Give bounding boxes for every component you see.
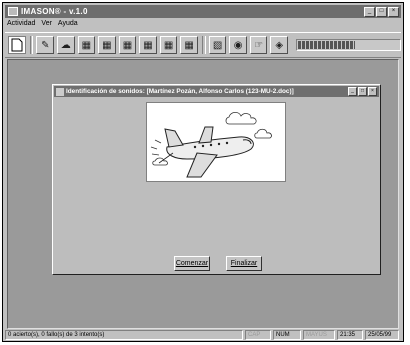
activity-4-button[interactable]: ▦	[98, 36, 116, 54]
hand-button[interactable]: ☞	[249, 36, 268, 54]
toolbar: ✎ ☁ ▦ ▦ ▦ ▦ ▦ ▦ ▧ ◉ ☞ ◈	[5, 32, 401, 58]
activity-8-button[interactable]: ▦	[180, 36, 198, 54]
app-title: IMASON® - v.1.0	[21, 7, 88, 16]
close-button[interactable]: ×	[388, 6, 399, 17]
dialog-close-button[interactable]: ×	[368, 87, 377, 96]
progress-bar	[295, 39, 401, 51]
menu-ver[interactable]: Ver	[41, 20, 52, 30]
progress-fill	[297, 41, 355, 49]
minimize-button[interactable]: _	[364, 6, 375, 17]
activity-8-icon: ▦	[184, 39, 194, 51]
menu-bar: Actividad Ver Ayuda	[7, 20, 78, 30]
activity-6-icon: ▦	[143, 39, 153, 51]
status-date: 25/05/99	[365, 330, 399, 340]
activity-3-icon: ▦	[81, 39, 92, 51]
menu-actividad[interactable]: Actividad	[7, 20, 35, 30]
new-document-icon	[11, 38, 23, 52]
activity-2-button[interactable]: ☁	[57, 36, 75, 54]
activity-5-button[interactable]: ▦	[118, 36, 137, 54]
activity-6-button[interactable]: ▦	[139, 36, 157, 54]
status-bar: 0 acierto(s), 0 fallo(s) de 3 intento(s)…	[5, 330, 401, 340]
toolbar-separator	[201, 36, 206, 54]
status-cap: CAP	[245, 330, 271, 340]
status-time: 21:35	[337, 330, 363, 340]
new-document-button[interactable]	[8, 36, 26, 54]
activity-5-icon: ▦	[122, 39, 133, 51]
activity-7-icon: ▦	[163, 39, 174, 51]
toolbar-separator	[29, 36, 34, 54]
app-icon	[8, 7, 18, 16]
activity-1-icon: ✎	[41, 39, 50, 51]
sound-button[interactable]: ◉	[229, 36, 247, 54]
speaker-icon: ◉	[233, 39, 243, 51]
sound-identification-dialog: Identificación de sonidos: [Martínez Poz…	[52, 84, 381, 275]
app-title-bar[interactable]: IMASON® - v.1.0 _ □ ×	[5, 5, 401, 18]
picture-icon: ▧	[212, 39, 223, 51]
dialog-icon	[56, 87, 64, 96]
activity-4-icon: ▦	[102, 39, 112, 51]
dialog-minimize-button[interactable]: _	[348, 87, 357, 96]
airplane-illustration	[150, 111, 272, 178]
dialog-title-bar[interactable]: Identificación de sonidos: [Martínez Poz…	[54, 86, 379, 97]
status-num: NUM	[273, 330, 301, 340]
hand-icon: ☞	[254, 39, 264, 51]
activity-1-button[interactable]: ✎	[36, 36, 55, 54]
activity-3-button[interactable]: ▦	[77, 36, 96, 54]
dialog-maximize-button[interactable]: □	[358, 87, 367, 96]
dialog-title: Identificación de sonidos: [Martínez Poz…	[66, 88, 294, 95]
activity-7-button[interactable]: ▦	[159, 36, 178, 54]
start-button[interactable]: Comenzar	[174, 256, 210, 271]
maximize-button[interactable]: □	[376, 6, 387, 17]
airplane-picture	[146, 102, 286, 182]
diamond-icon: ◈	[275, 39, 284, 51]
diamond-button[interactable]: ◈	[270, 36, 288, 54]
status-mayus: MAYUS	[303, 330, 335, 340]
finish-button[interactable]: Finalizar	[226, 256, 262, 271]
picture-button[interactable]: ▧	[208, 36, 227, 54]
menu-ayuda[interactable]: Ayuda	[58, 20, 78, 30]
activity-2-icon: ☁	[60, 39, 71, 51]
status-message: 0 acierto(s), 0 fallo(s) de 3 intento(s)	[5, 330, 243, 340]
